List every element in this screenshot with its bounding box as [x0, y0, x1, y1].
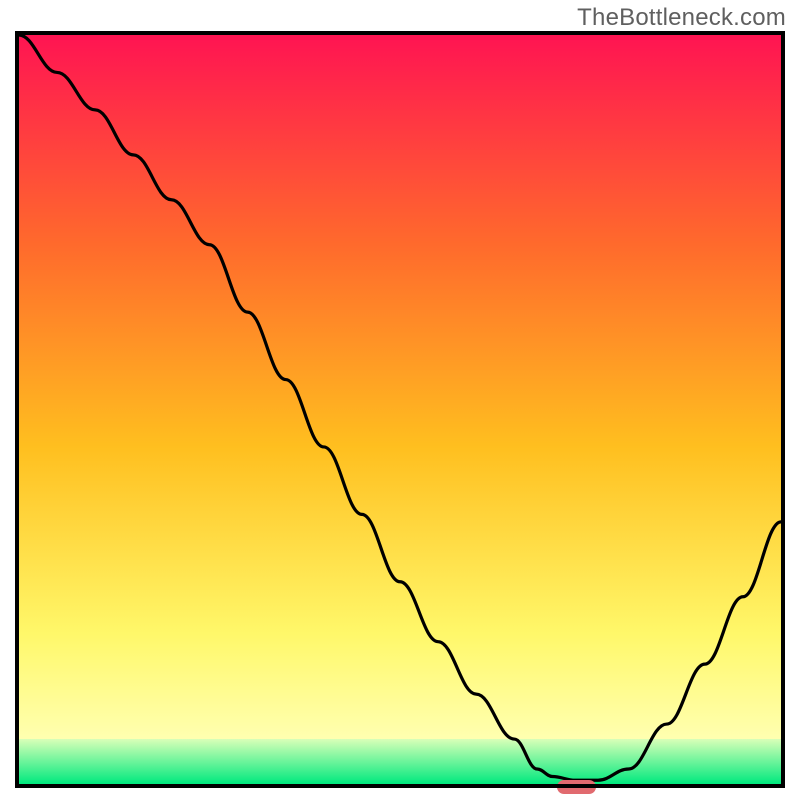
watermark-text: TheBottleneck.com — [577, 4, 786, 32]
bottleneck-curve — [19, 35, 781, 784]
bottleneck-chart: TheBottleneck.com — [0, 0, 800, 800]
minimum-point-marker — [557, 780, 596, 794]
